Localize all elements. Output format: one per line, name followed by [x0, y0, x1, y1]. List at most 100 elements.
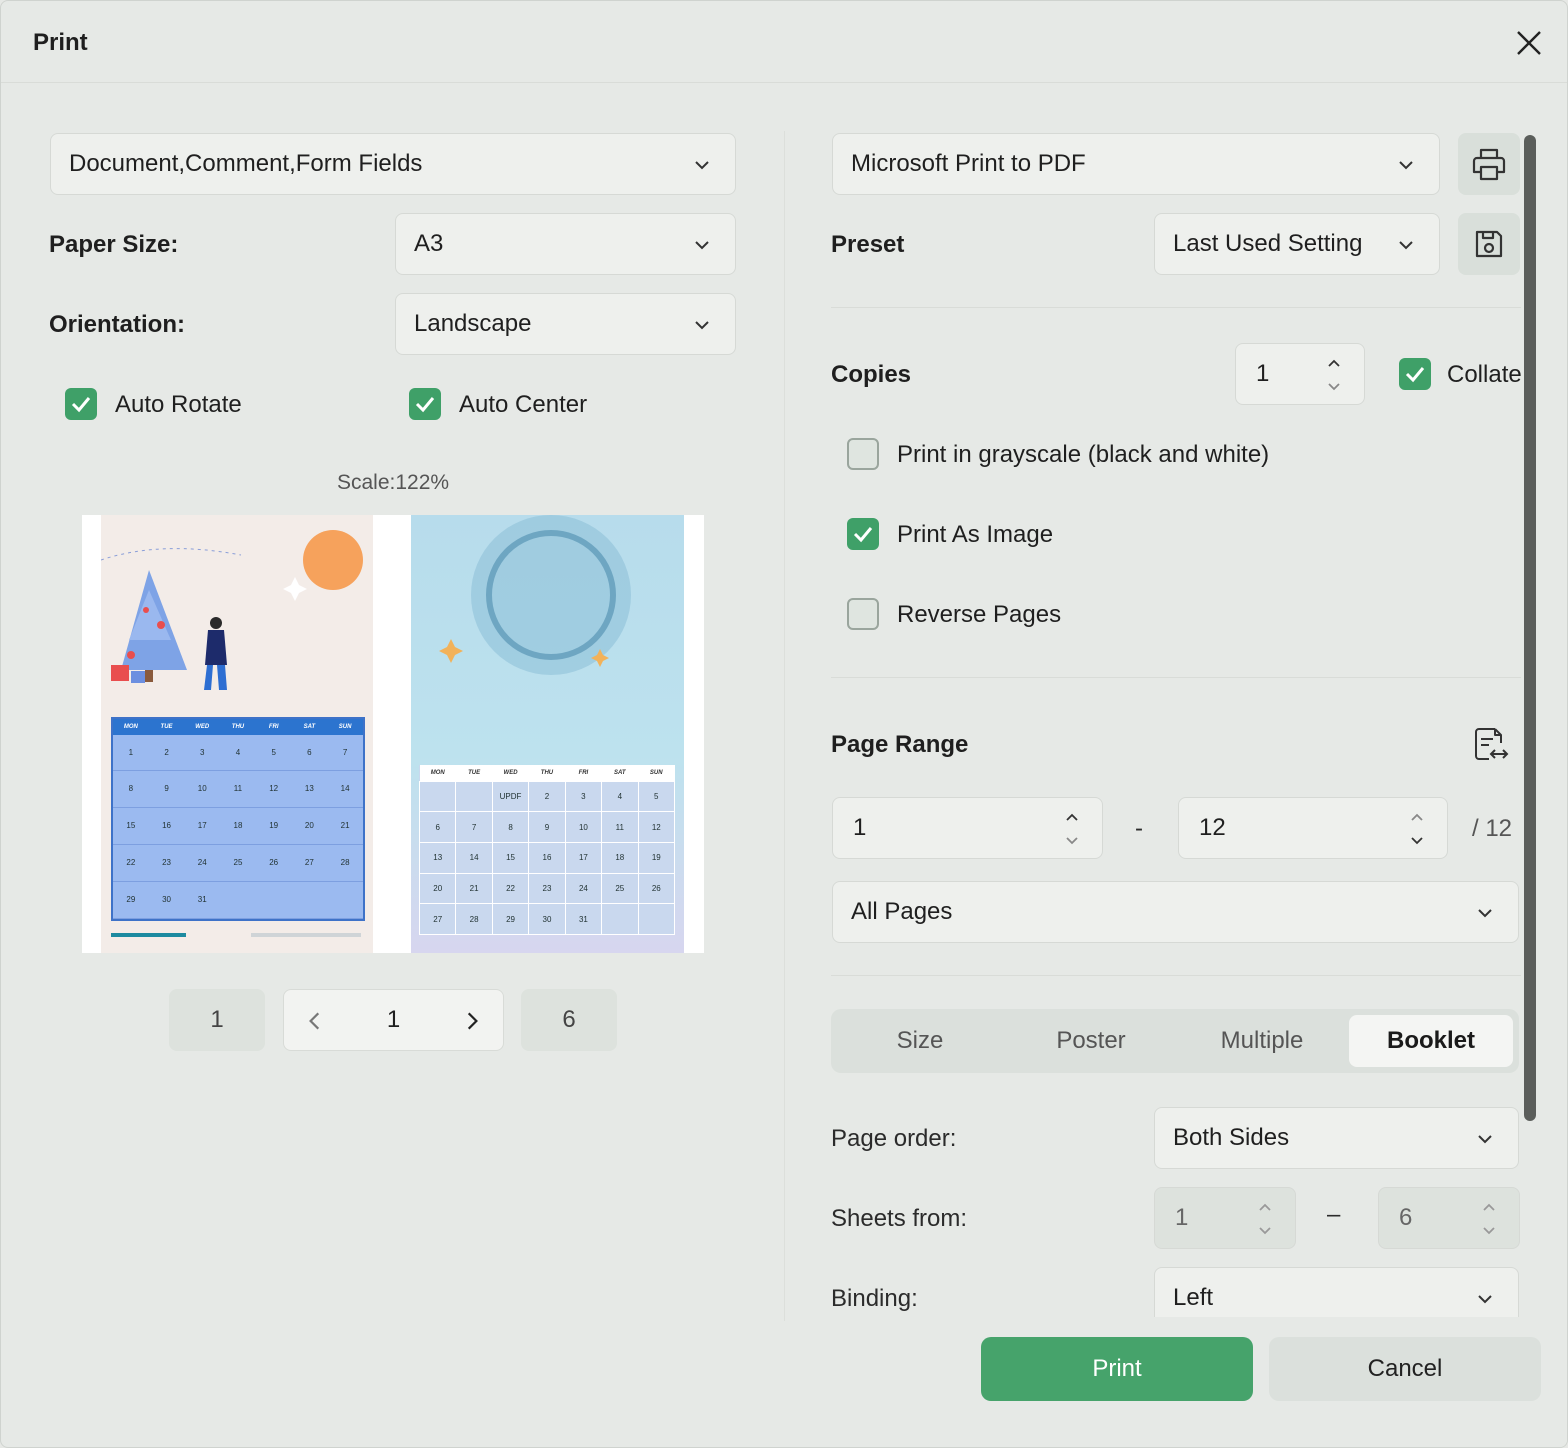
save-preset-button[interactable]	[1458, 213, 1520, 275]
stepper-arrows-icon[interactable]	[1326, 356, 1342, 394]
binding-value: Left	[1173, 1284, 1214, 1311]
calendar-day-cell: 18	[601, 841, 639, 874]
calendar-week-row: 27 28 29 30 31	[418, 903, 676, 935]
calendar-day-cell: 26	[637, 872, 676, 905]
range-to-stepper[interactable]: 12	[1178, 797, 1448, 859]
calendar-day-cell: 3	[184, 735, 221, 771]
check-icon	[71, 397, 91, 413]
copies-label: Copies	[831, 361, 912, 388]
print-button[interactable]: Print	[981, 1337, 1253, 1401]
calendar-day-cell: 18	[220, 807, 256, 845]
preview-page-december: MON TUE WED THU FRI SAT SUN 1 2 3 4 5 6 7 8 9 10 11 12 13 14…	[101, 515, 373, 953]
tab-booklet[interactable]: Booklet	[1349, 1015, 1513, 1067]
calendar-day-cell: 20	[291, 807, 328, 845]
range-from-stepper[interactable]: 1	[832, 797, 1103, 859]
chevron-down-icon	[1399, 241, 1413, 250]
printer-icon	[1472, 148, 1506, 181]
sheets-to-value: 6	[1399, 1204, 1413, 1231]
print-as-image-checkbox[interactable]	[847, 518, 879, 550]
stepper-arrows-icon[interactable]	[1257, 1200, 1273, 1238]
weekday-header: FRI	[578, 769, 589, 776]
calendar-day-cell: 16	[148, 807, 185, 845]
copies-stepper[interactable]: 1	[1235, 343, 1365, 405]
december-calendar: MON TUE WED THU FRI SAT SUN 1 2 3 4 5 6 7 8 9 10 11 12 13 14…	[111, 717, 365, 921]
page-order-select[interactable]: Both Sides	[1154, 1107, 1519, 1169]
calendar-day-cell: 17	[184, 807, 221, 845]
calendar-day-cell: 6	[418, 811, 457, 843]
tab-poster[interactable]: Poster	[1007, 1015, 1175, 1067]
calendar-day-cell: 24	[184, 844, 221, 882]
calendar-day-cell	[327, 881, 363, 920]
calendar-day-cell: 27	[418, 903, 457, 935]
close-button[interactable]	[1509, 23, 1549, 63]
auto-rotate-checkbox[interactable]	[65, 388, 97, 420]
stepper-arrows-icon[interactable]	[1481, 1200, 1497, 1238]
calendar-day-cell: 29	[113, 881, 149, 920]
calendar-day-cell: 7	[455, 811, 493, 843]
collate-checkbox[interactable]	[1399, 358, 1431, 390]
first-page-button[interactable]: 1	[169, 989, 265, 1051]
scale-text: Scale:122%	[337, 471, 450, 494]
orientation-select[interactable]: Landscape	[395, 293, 736, 355]
calendar-day-cell: 28	[455, 903, 493, 935]
calendar-day-cell: 3	[564, 780, 603, 813]
range-to-value: 12	[1199, 814, 1226, 841]
chevron-left-icon[interactable]	[304, 1010, 326, 1032]
calendar-day-cell	[255, 881, 292, 920]
chevron-down-icon	[1478, 1295, 1492, 1304]
check-icon	[415, 397, 435, 413]
preset-label: Preset	[831, 231, 905, 258]
section-divider	[831, 677, 1521, 678]
last-page-button[interactable]: 6	[521, 989, 617, 1051]
auto-center-checkbox[interactable]	[409, 388, 441, 420]
pages-select-value: All Pages	[851, 898, 953, 925]
current-page-value[interactable]: 1	[387, 1006, 400, 1034]
layout-tabs: Size Poster Multiple Booklet	[831, 1009, 1519, 1073]
calendar-day-cell	[291, 881, 328, 920]
calendar-day-cell: 15	[491, 841, 530, 874]
weekday-header: MON	[123, 724, 138, 730]
pages-select[interactable]: All Pages	[832, 881, 1519, 943]
range-total: / 12	[1472, 815, 1513, 842]
weekday-header: WED	[503, 769, 518, 776]
paper-size-select[interactable]: A3	[395, 213, 736, 275]
january-calendar: MON TUE WED THU FRI SAT SUN UPDF 2 3 4 5 6 7 8 9 10 11 12 1…	[418, 765, 676, 935]
grayscale-checkbox[interactable]	[847, 438, 879, 470]
section-divider	[831, 975, 1521, 976]
stepper-arrows-icon[interactable]	[1064, 810, 1080, 848]
calendar-day-cell: 9	[148, 770, 185, 808]
weekday-header: FRI	[268, 724, 279, 730]
content-select[interactable]: Document,Comment,Form Fields	[50, 133, 736, 195]
calendar-day-cell: 30	[148, 881, 185, 920]
tab-size[interactable]: Size	[837, 1015, 1003, 1067]
calendar-week-row: 20 21 22 23 24 25 26	[418, 872, 676, 905]
settings-scrollbar[interactable]	[1524, 135, 1536, 1121]
calendar-week-row: 13 14 15 16 17 18 19	[418, 841, 676, 874]
tab-multiple[interactable]: Multiple	[1179, 1015, 1345, 1067]
sheets-to-stepper[interactable]: 6	[1378, 1187, 1520, 1249]
calendar-day-cell: 6	[291, 735, 328, 771]
weekday-header: THU	[540, 769, 554, 776]
save-icon	[1475, 230, 1503, 258]
calendar-day-cell: 21	[455, 872, 493, 905]
chevron-down-icon	[1399, 161, 1413, 170]
chevron-right-icon[interactable]	[461, 1010, 483, 1032]
orientation-label: Orientation:	[49, 311, 185, 338]
printer-properties-button[interactable]	[1458, 133, 1520, 195]
reverse-pages-checkbox[interactable]	[847, 598, 879, 630]
title-bar: Print	[1, 1, 1567, 83]
page-range-switch-icon[interactable]	[1469, 723, 1511, 765]
sheets-from-stepper[interactable]: 1	[1154, 1187, 1296, 1249]
stepper-arrows-icon[interactable]	[1409, 810, 1425, 848]
printer-select[interactable]: Microsoft Print to PDF	[832, 133, 1440, 195]
preset-select[interactable]: Last Used Setting	[1154, 213, 1440, 275]
calendar-day-cell: 23	[528, 872, 566, 905]
content-select-value: Document,Comment,Form Fields	[69, 150, 423, 177]
calendar-day-cell: 12	[637, 811, 676, 843]
calendar-day-cell: UPDF	[491, 780, 530, 813]
weekday-header: SAT	[614, 769, 626, 776]
cancel-button[interactable]: Cancel	[1269, 1337, 1541, 1401]
calendar-day-cell: 14	[455, 841, 493, 874]
chevron-down-icon	[695, 321, 709, 330]
sheets-from-value: 1	[1175, 1204, 1189, 1231]
